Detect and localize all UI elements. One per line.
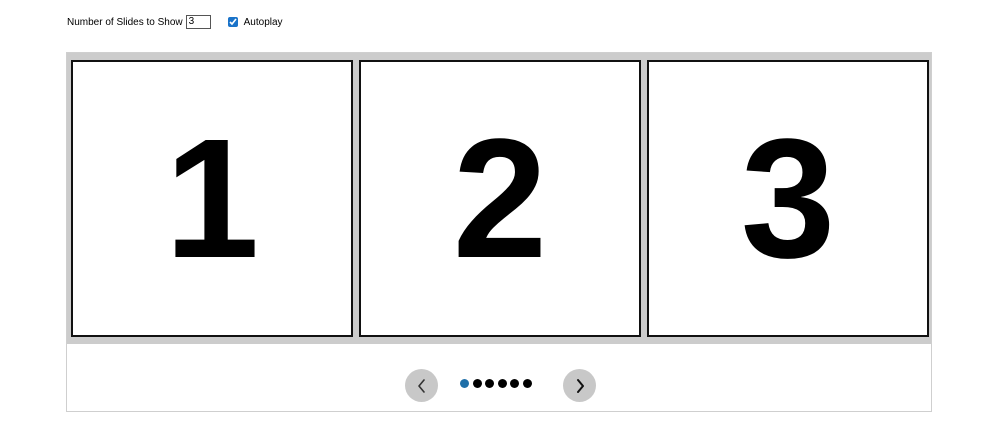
next-button[interactable] <box>563 369 596 402</box>
page: Number of Slides to Show Autoplay 1 2 3 <box>0 0 1000 448</box>
pagination-dot-6[interactable] <box>522 378 532 388</box>
slides-to-show-label: Number of Slides to Show <box>67 16 183 28</box>
carousel-nav <box>67 344 931 411</box>
carousel: 1 2 3 <box>66 52 932 412</box>
pagination-dot-5[interactable] <box>510 378 519 388</box>
pagination-dots <box>460 378 535 388</box>
pagination-dot-3[interactable] <box>485 378 494 388</box>
prev-button[interactable] <box>405 369 438 402</box>
pagination-dot-1[interactable] <box>460 378 469 388</box>
slide-1: 1 <box>71 60 353 337</box>
slide-number: 1 <box>164 103 260 294</box>
slider-controls: Number of Slides to Show Autoplay <box>67 13 283 31</box>
slide-3: 3 <box>647 60 929 337</box>
slides-to-show-input[interactable] <box>185 15 211 29</box>
pagination-dot-4[interactable] <box>497 378 507 388</box>
autoplay-checkbox[interactable] <box>227 17 238 27</box>
slide-track[interactable]: 1 2 3 <box>67 53 931 344</box>
slide-number: 3 <box>740 103 836 294</box>
pagination-dot-2[interactable] <box>472 378 482 388</box>
slide-number: 2 <box>452 103 548 294</box>
autoplay-label: Autoplay <box>243 16 283 28</box>
slide-2: 2 <box>359 60 641 337</box>
chevron-right-icon <box>576 378 584 393</box>
chevron-left-icon <box>417 378 425 393</box>
